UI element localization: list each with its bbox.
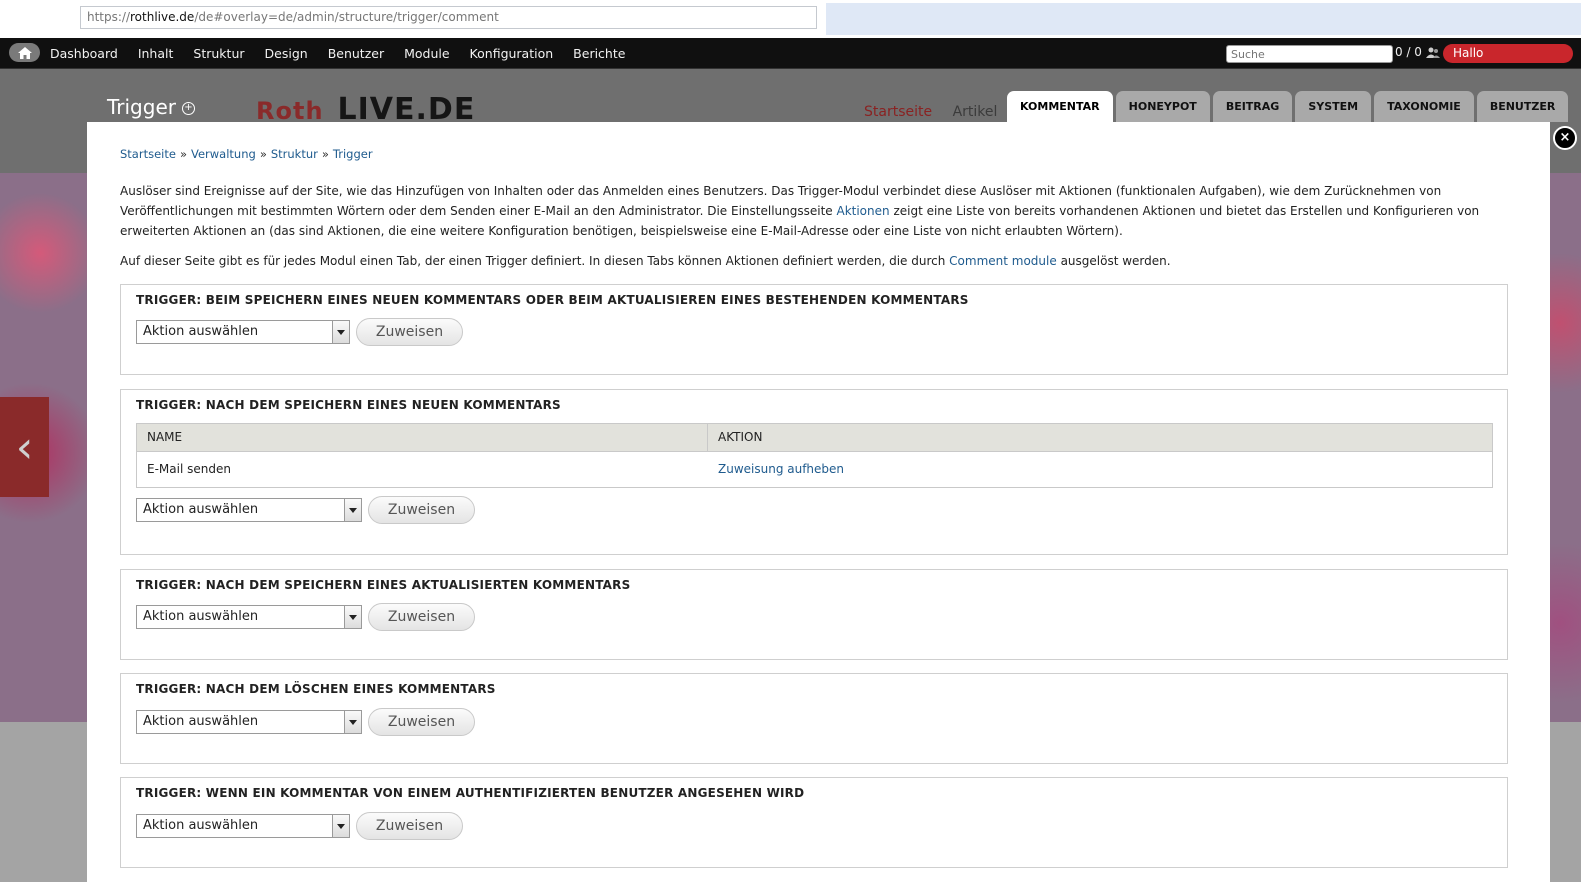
- dropdown-arrow-icon: [344, 499, 361, 521]
- breadcrumb: Startseite» Verwaltung» Struktur» Trigger: [120, 147, 373, 161]
- menu-item-struktur[interactable]: Struktur: [193, 46, 244, 61]
- menu-item-inhalt[interactable]: Inhalt: [138, 46, 174, 61]
- trigger-fieldset-delete: TRIGGER: NACH DEM LÖSCHEN EINES KOMMENTA…: [120, 673, 1508, 764]
- action-select[interactable]: Aktion auswählen: [136, 814, 350, 838]
- trigger-fieldset-insert-update: TRIGGER: BEIM SPEICHERN EINES NEUEN KOMM…: [120, 284, 1508, 375]
- trigger-fieldset-view: TRIGGER: WENN EIN KOMMENTAR VON EINEM AU…: [120, 777, 1508, 868]
- home-icon: [17, 46, 32, 59]
- overlay-title: Trigger +: [107, 95, 195, 119]
- unassign-link[interactable]: Zuweisung aufheben: [718, 462, 844, 476]
- address-bar[interactable]: https://rothlive.de/de#overlay=de/admin/…: [80, 6, 817, 29]
- aktionen-link[interactable]: Aktionen: [836, 204, 889, 218]
- action-select[interactable]: Aktion auswählen: [136, 605, 362, 629]
- site-nav-artikel[interactable]: Artikel: [953, 104, 998, 120]
- menu-item-berichte[interactable]: Berichte: [573, 46, 625, 61]
- table-row: E-Mail senden Zuweisung aufheben: [137, 452, 1492, 487]
- tab-taxonomie[interactable]: TAXONOMIE: [1374, 91, 1474, 122]
- trigger-legend: TRIGGER: NACH DEM SPEICHERN EINES AKTUAL…: [136, 578, 631, 592]
- assign-button[interactable]: Zuweisen: [368, 708, 475, 736]
- menu-item-dashboard[interactable]: Dashboard: [50, 46, 118, 61]
- search-input[interactable]: [1226, 45, 1393, 63]
- site-nav-startseite[interactable]: Startseite: [864, 104, 932, 120]
- trigger-legend: TRIGGER: WENN EIN KOMMENTAR VON EINEM AU…: [136, 786, 805, 800]
- column-header-aktion: AKTION: [718, 430, 763, 444]
- tab-system[interactable]: SYSTEM: [1295, 91, 1372, 122]
- trigger-fieldset-update: TRIGGER: NACH DEM SPEICHERN EINES AKTUAL…: [120, 569, 1508, 660]
- browser-left-strip: [0, 0, 38, 38]
- dropdown-arrow-icon: [344, 606, 361, 628]
- menu-item-design[interactable]: Design: [265, 46, 308, 61]
- online-users-count: 0 / 0: [1395, 45, 1440, 59]
- chevron-left-icon: ‹: [15, 421, 34, 473]
- tab-kommentar[interactable]: KOMMENTAR: [1007, 91, 1113, 122]
- add-shortcut-icon[interactable]: +: [181, 102, 195, 115]
- users-icon: [1425, 47, 1440, 58]
- action-name: E-Mail senden: [147, 462, 231, 476]
- assign-button[interactable]: Zuweisen: [356, 812, 463, 840]
- address-url: https://rothlive.de/de#overlay=de/admin/…: [87, 10, 499, 24]
- breadcrumb-trigger[interactable]: Trigger: [333, 147, 373, 161]
- action-select[interactable]: Aktion auswählen: [136, 498, 362, 522]
- assign-button[interactable]: Zuweisen: [368, 496, 475, 524]
- assign-button[interactable]: Zuweisen: [356, 318, 463, 346]
- comment-module-link[interactable]: Comment module: [949, 254, 1057, 268]
- browser-chrome: https://rothlive.de/de#overlay=de/admin/…: [0, 0, 1581, 38]
- intro-text-2: Auf dieser Seite gibt es für jedes Modul…: [120, 254, 1171, 268]
- menu-item-module[interactable]: Module: [404, 46, 449, 61]
- breadcrumb-struktur[interactable]: Struktur: [271, 147, 318, 161]
- table-header: NAME AKTION: [137, 424, 1492, 452]
- trigger-tabs: KOMMENTAR HONEYPOT BEITRAG SYSTEM TAXONO…: [1007, 91, 1571, 122]
- breadcrumb-verwaltung[interactable]: Verwaltung: [191, 147, 256, 161]
- breadcrumb-startseite[interactable]: Startseite: [120, 147, 176, 161]
- user-menu-button[interactable]: Hallo: [1443, 44, 1573, 63]
- trigger-legend: TRIGGER: BEIM SPEICHERN EINES NEUEN KOMM…: [136, 293, 969, 307]
- tab-beitrag[interactable]: BEITRAG: [1212, 91, 1293, 122]
- dropdown-arrow-icon: [332, 815, 349, 837]
- dropdown-arrow-icon: [332, 321, 349, 343]
- menu-item-konfiguration[interactable]: Konfiguration: [470, 46, 554, 61]
- assign-button[interactable]: Zuweisen: [368, 603, 475, 631]
- intro-text: Auslöser sind Ereignisse auf der Site, w…: [120, 184, 1480, 238]
- action-select[interactable]: Aktion auswählen: [136, 320, 350, 344]
- tab-honeypot[interactable]: HONEYPOT: [1115, 91, 1210, 122]
- column-header-name: NAME: [137, 424, 708, 451]
- tab-benutzer[interactable]: BENUTZER: [1476, 91, 1569, 122]
- menu-item-benutzer[interactable]: Benutzer: [328, 46, 384, 61]
- admin-toolbar: Dashboard Inhalt Struktur Design Benutze…: [0, 38, 1581, 69]
- dropdown-arrow-icon: [344, 711, 361, 733]
- trigger-fieldset-insert: TRIGGER: NACH DEM SPEICHERN EINES NEUEN …: [120, 389, 1508, 555]
- overlay-close-button[interactable]: ×: [1553, 126, 1577, 150]
- home-button[interactable]: [9, 43, 40, 62]
- browser-tabstrip: [826, 3, 1581, 35]
- site-nav: Startseite Artikel: [864, 104, 997, 120]
- toolbar-menu: Dashboard Inhalt Struktur Design Benutze…: [50, 38, 645, 68]
- slider-prev-button[interactable]: ‹: [0, 397, 49, 497]
- action-select[interactable]: Aktion auswählen: [136, 710, 362, 734]
- assigned-actions-table: NAME AKTION E-Mail senden Zuweisung aufh…: [136, 423, 1493, 488]
- trigger-legend: TRIGGER: NACH DEM SPEICHERN EINES NEUEN …: [136, 398, 561, 412]
- trigger-legend: TRIGGER: NACH DEM LÖSCHEN EINES KOMMENTA…: [136, 682, 496, 696]
